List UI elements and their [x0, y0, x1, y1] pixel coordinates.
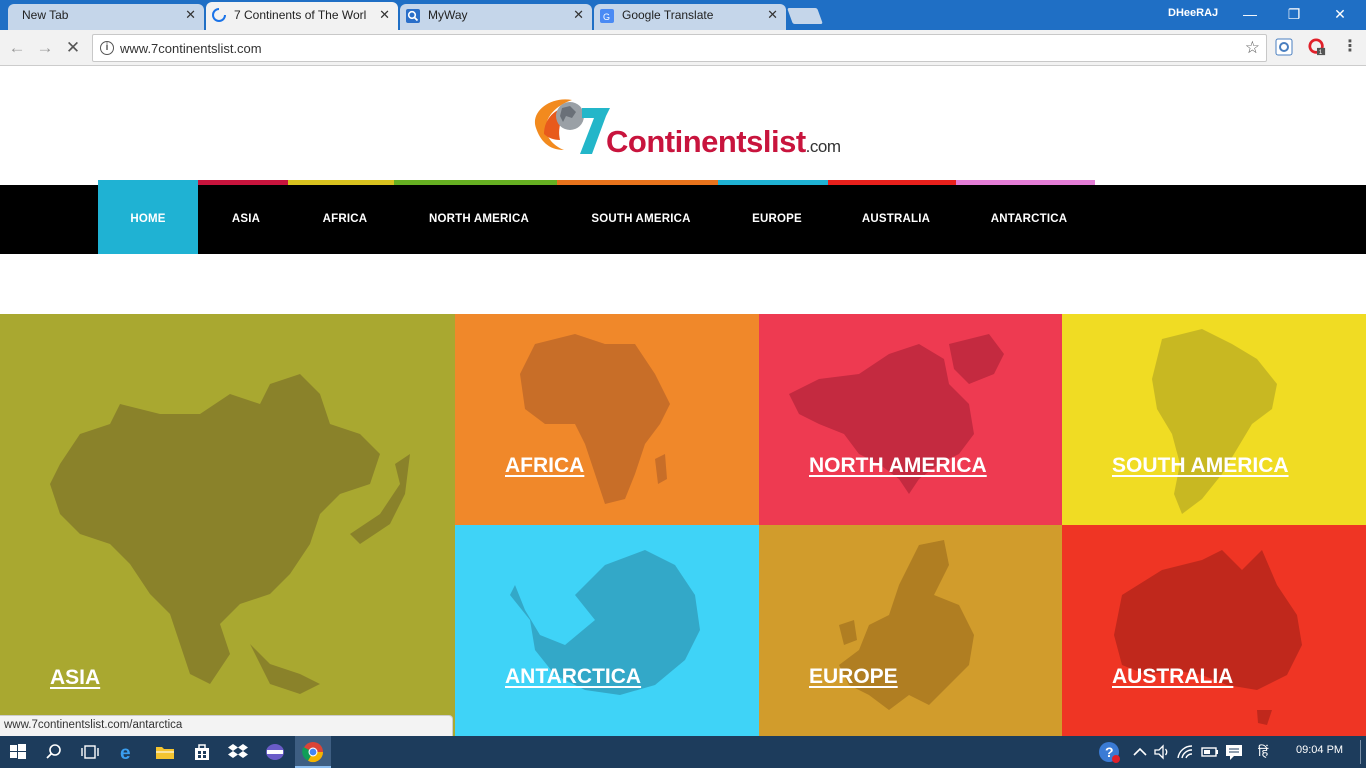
dropbox-icon[interactable] — [226, 740, 250, 764]
tile-label-africa[interactable]: AFRICA — [505, 454, 584, 478]
close-window-icon[interactable]: ✕ — [1320, 3, 1360, 25]
tab-title: New Tab — [22, 8, 69, 22]
url-text[interactable]: www.7continentslist.com — [120, 41, 262, 56]
chrome-menu-icon[interactable]: ⋮ — [1342, 38, 1358, 58]
tile-label-europe[interactable]: EUROPE — [809, 665, 898, 689]
tab-myway[interactable]: MyWay ✕ — [400, 4, 592, 30]
tab-new-tab[interactable]: New Tab ✕ — [8, 4, 204, 30]
stop-loading-icon[interactable]: ✕ — [62, 37, 84, 59]
australia-map-icon — [1114, 550, 1302, 725]
battery-icon[interactable] — [1198, 740, 1222, 764]
volume-icon[interactable] — [1150, 740, 1174, 764]
tile-africa[interactable]: AFRICA — [455, 314, 759, 525]
tab-title: MyWay — [428, 8, 468, 22]
nav-antarctica[interactable]: ANTARCTICA — [958, 185, 1100, 254]
site-logo[interactable]: Continentslist.com — [530, 94, 841, 162]
tab-7-continents[interactable]: 7 Continents of The Worl ✕ — [206, 2, 398, 30]
wifi-icon[interactable] — [1174, 740, 1198, 764]
tile-label-australia[interactable]: AUSTRALIA — [1112, 665, 1233, 689]
tab-title: 7 Continents of The Worl — [234, 8, 367, 22]
site-info-icon[interactable]: i — [100, 41, 114, 55]
search-favicon-icon — [406, 9, 420, 23]
nav-australia[interactable]: AUSTRALIA — [834, 185, 958, 254]
link-status-bubble: www.7continentslist.com/antarctica — [0, 715, 453, 736]
forward-arrow-icon[interactable]: → — [34, 37, 56, 59]
africa-map-icon — [520, 334, 670, 504]
opera-extension-icon[interactable]: 1 — [1308, 38, 1326, 56]
south-america-map-icon — [1152, 329, 1277, 514]
tile-asia[interactable]: ASIA — [0, 314, 455, 736]
tile-europe[interactable]: EUROPE — [759, 525, 1062, 736]
browser-titlebar: New Tab ✕ 7 Continents of The Worl ✕ MyW… — [0, 0, 1366, 30]
svg-text:e: e — [120, 743, 131, 764]
logo-wordmark: Continentslist.com — [606, 124, 841, 160]
antarctica-map-icon — [510, 550, 700, 695]
new-tab-button[interactable] — [787, 8, 823, 24]
nav-south-america[interactable]: SOUTH AMERICA — [562, 185, 720, 254]
chrome-icon[interactable] — [301, 740, 325, 764]
back-arrow-icon[interactable]: ← — [6, 37, 28, 59]
file-explorer-icon[interactable] — [153, 740, 177, 764]
tab-close-icon[interactable]: ✕ — [573, 4, 584, 26]
web-page: Continentslist.com HOME ASIA AFRICA NORT… — [0, 66, 1366, 736]
profile-name[interactable]: DHeeRAJ — [1168, 7, 1218, 19]
logo-suffix: .com — [805, 137, 841, 156]
loading-spinner-icon — [212, 8, 226, 22]
search-icon[interactable] — [42, 740, 66, 764]
address-bar[interactable]: i www.7continentslist.com ☆ — [92, 34, 1267, 62]
nav-europe[interactable]: EUROPE — [720, 185, 834, 254]
nav-africa[interactable]: AFRICA — [294, 185, 396, 254]
restore-icon[interactable]: ❐ — [1274, 3, 1314, 25]
show-hidden-icons-icon[interactable] — [1128, 740, 1152, 764]
tab-title: Google Translate — [622, 8, 714, 22]
help-icon[interactable]: ? — [1097, 740, 1121, 764]
tab-close-icon[interactable]: ✕ — [185, 4, 196, 26]
tile-label-antarctica[interactable]: ANTARCTICA — [505, 665, 641, 689]
tile-north-america[interactable]: NORTH AMERICA — [759, 314, 1062, 525]
app-icon[interactable] — [263, 740, 287, 764]
bookmark-star-icon[interactable]: ☆ — [1245, 38, 1260, 58]
edge-browser-icon[interactable]: e — [116, 740, 140, 764]
tile-antarctica[interactable]: ANTARCTICA — [455, 525, 759, 736]
tab-close-icon[interactable]: ✕ — [767, 4, 778, 26]
tile-label-asia[interactable]: ASIA — [50, 666, 100, 690]
north-america-map-icon — [789, 334, 1004, 494]
extension-icon[interactable] — [1275, 38, 1293, 56]
show-desktop-divider[interactable] — [1360, 740, 1361, 764]
clock-time[interactable]: 09:04 PM — [1296, 744, 1343, 756]
minimize-icon[interactable]: — — [1230, 3, 1270, 25]
tab-close-icon[interactable]: ✕ — [379, 2, 390, 28]
nav-north-america[interactable]: NORTH AMERICA — [396, 185, 562, 254]
tab-google-translate[interactable]: G Google Translate ✕ — [594, 4, 786, 30]
tile-label-south-america[interactable]: SOUTH AMERICA — [1112, 454, 1289, 478]
tile-south-america[interactable]: SOUTH AMERICA — [1062, 314, 1366, 525]
tile-label-north-america[interactable]: NORTH AMERICA — [809, 454, 987, 478]
nav-home[interactable]: HOME — [98, 180, 198, 254]
translate-favicon-icon: G — [600, 9, 614, 23]
windows-start-icon[interactable] — [6, 740, 30, 764]
store-icon[interactable] — [190, 740, 214, 764]
task-view-icon[interactable] — [78, 740, 102, 764]
windows-taskbar: e ? हिं 09:04 PM — [0, 736, 1366, 768]
tile-australia[interactable]: AUSTRALIA — [1062, 525, 1366, 736]
main-navigation: HOME ASIA AFRICA NORTH AMERICA SOUTH AME… — [0, 180, 1366, 254]
input-language[interactable]: हिं — [1258, 742, 1268, 760]
nav-asia[interactable]: ASIA — [198, 185, 294, 254]
logo-word: Continentslist — [606, 124, 806, 159]
notifications-icon[interactable] — [1222, 740, 1246, 764]
browser-toolbar: ← → ✕ i www.7continentslist.com ☆ 1 ⋮ — [0, 30, 1366, 66]
europe-map-icon — [839, 540, 974, 710]
svg-text:1: 1 — [1319, 49, 1323, 56]
svg-text:G: G — [603, 12, 610, 22]
